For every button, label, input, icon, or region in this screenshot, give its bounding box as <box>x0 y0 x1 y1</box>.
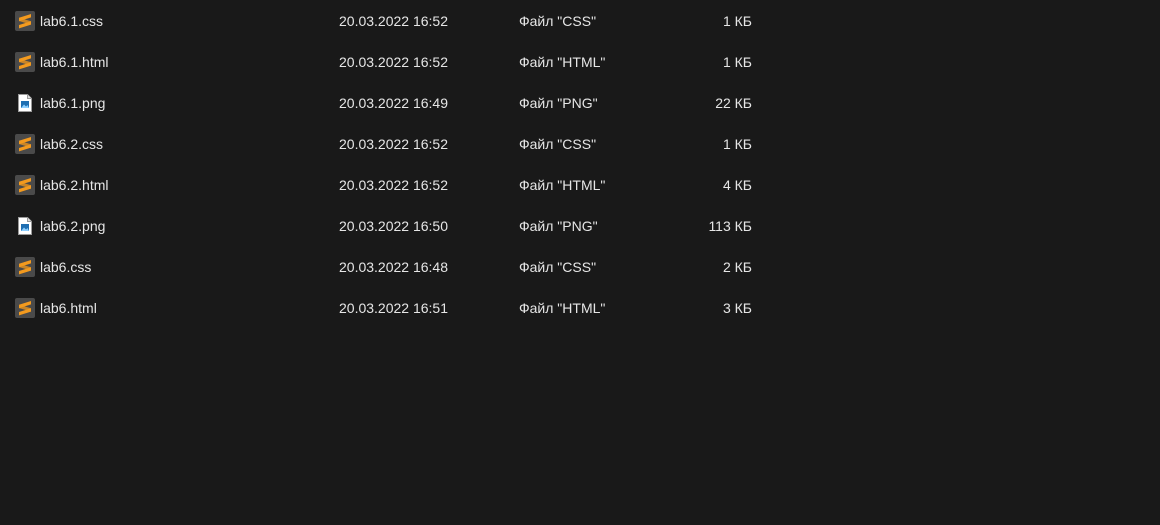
file-date-modified: 20.03.2022 16:52 <box>339 136 448 152</box>
file-icon-cell <box>15 288 35 329</box>
sublime-text-icon <box>15 52 35 72</box>
file-type: Файл "PNG" <box>519 95 598 111</box>
file-size: 1 КБ <box>722 136 752 152</box>
file-type: Файл "HTML" <box>519 54 606 70</box>
file-icon-cell <box>15 1 35 42</box>
sublime-text-icon <box>15 257 35 277</box>
file-row[interactable]: lab6.1.html 20.03.2022 16:52 Файл "HTML"… <box>0 42 1160 83</box>
sublime-text-icon <box>15 11 35 31</box>
file-name[interactable]: lab6.css <box>40 247 91 288</box>
sublime-text-icon <box>15 175 35 195</box>
file-type: Файл "CSS" <box>519 259 597 275</box>
file-row[interactable]: lab6.2.png 20.03.2022 16:50 Файл "PNG" 1… <box>0 206 1160 247</box>
file-row[interactable]: lab6.html 20.03.2022 16:51 Файл "HTML" 3… <box>0 288 1160 329</box>
file-name[interactable]: lab6.1.css <box>40 1 103 42</box>
file-type: Файл "HTML" <box>519 177 606 193</box>
file-icon-cell <box>15 124 35 165</box>
file-size: 1 КБ <box>722 13 752 29</box>
file-type: Файл "HTML" <box>519 300 606 316</box>
file-row[interactable]: lab6.2.css 20.03.2022 16:52 Файл "CSS" 1… <box>0 124 1160 165</box>
file-size: 1 КБ <box>722 54 752 70</box>
file-name[interactable]: lab6.1.png <box>40 83 105 124</box>
file-list: lab6.1.css 20.03.2022 16:52 Файл "CSS" 1… <box>0 1 1160 329</box>
file-name[interactable]: lab6.2.png <box>40 206 105 247</box>
image-file-icon <box>18 94 32 112</box>
file-icon-cell <box>15 247 35 288</box>
file-row[interactable]: lab6.1.css 20.03.2022 16:52 Файл "CSS" 1… <box>0 1 1160 42</box>
file-row[interactable]: lab6.2.html 20.03.2022 16:52 Файл "HTML"… <box>0 165 1160 206</box>
file-date-modified: 20.03.2022 16:52 <box>339 177 448 193</box>
file-date-modified: 20.03.2022 16:51 <box>339 300 448 316</box>
sublime-text-icon <box>15 134 35 154</box>
file-icon-cell <box>15 83 35 124</box>
file-date-modified: 20.03.2022 16:49 <box>339 95 448 111</box>
file-type: Файл "CSS" <box>519 13 597 29</box>
file-row[interactable]: lab6.1.png 20.03.2022 16:49 Файл "PNG" 2… <box>0 83 1160 124</box>
file-date-modified: 20.03.2022 16:50 <box>339 218 448 234</box>
file-size: 4 КБ <box>722 177 752 193</box>
file-icon-cell <box>15 42 35 83</box>
file-row[interactable]: lab6.css 20.03.2022 16:48 Файл "CSS" 2 К… <box>0 247 1160 288</box>
file-name[interactable]: lab6.2.html <box>40 165 108 206</box>
file-size: 113 КБ <box>708 218 752 234</box>
file-name[interactable]: lab6.2.css <box>40 124 103 165</box>
file-icon-cell <box>15 165 35 206</box>
file-size: 3 КБ <box>722 300 752 316</box>
file-date-modified: 20.03.2022 16:48 <box>339 259 448 275</box>
file-type: Файл "PNG" <box>519 218 598 234</box>
file-date-modified: 20.03.2022 16:52 <box>339 54 448 70</box>
file-size: 22 КБ <box>715 95 752 111</box>
file-type: Файл "CSS" <box>519 136 597 152</box>
file-date-modified: 20.03.2022 16:52 <box>339 13 448 29</box>
file-name[interactable]: lab6.html <box>40 288 97 329</box>
sublime-text-icon <box>15 298 35 318</box>
file-size: 2 КБ <box>722 259 752 275</box>
image-file-icon <box>18 217 32 235</box>
file-icon-cell <box>15 206 35 247</box>
file-name[interactable]: lab6.1.html <box>40 42 108 83</box>
